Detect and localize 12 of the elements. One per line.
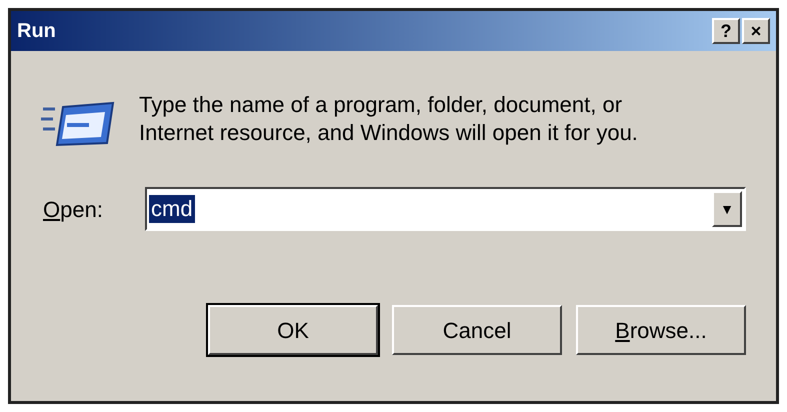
ok-button[interactable]: OK xyxy=(208,305,378,355)
browse-button[interactable]: Browse... xyxy=(576,305,746,355)
dropdown-button[interactable]: ▼ xyxy=(712,191,742,227)
close-button[interactable]: × xyxy=(742,18,770,44)
window-title: Run xyxy=(17,19,56,44)
open-label: Open: xyxy=(43,196,104,224)
run-icon xyxy=(39,99,115,149)
open-combo-box[interactable]: cmd ▼ xyxy=(145,187,746,231)
field-value: cmd xyxy=(149,195,195,223)
cancel-button[interactable]: Cancel xyxy=(392,305,562,355)
instruction-text: Type the name of a program, folder, document, or Internet resource, and Windows will open it for you. xyxy=(139,91,639,147)
help-button[interactable]: ? xyxy=(712,18,740,44)
